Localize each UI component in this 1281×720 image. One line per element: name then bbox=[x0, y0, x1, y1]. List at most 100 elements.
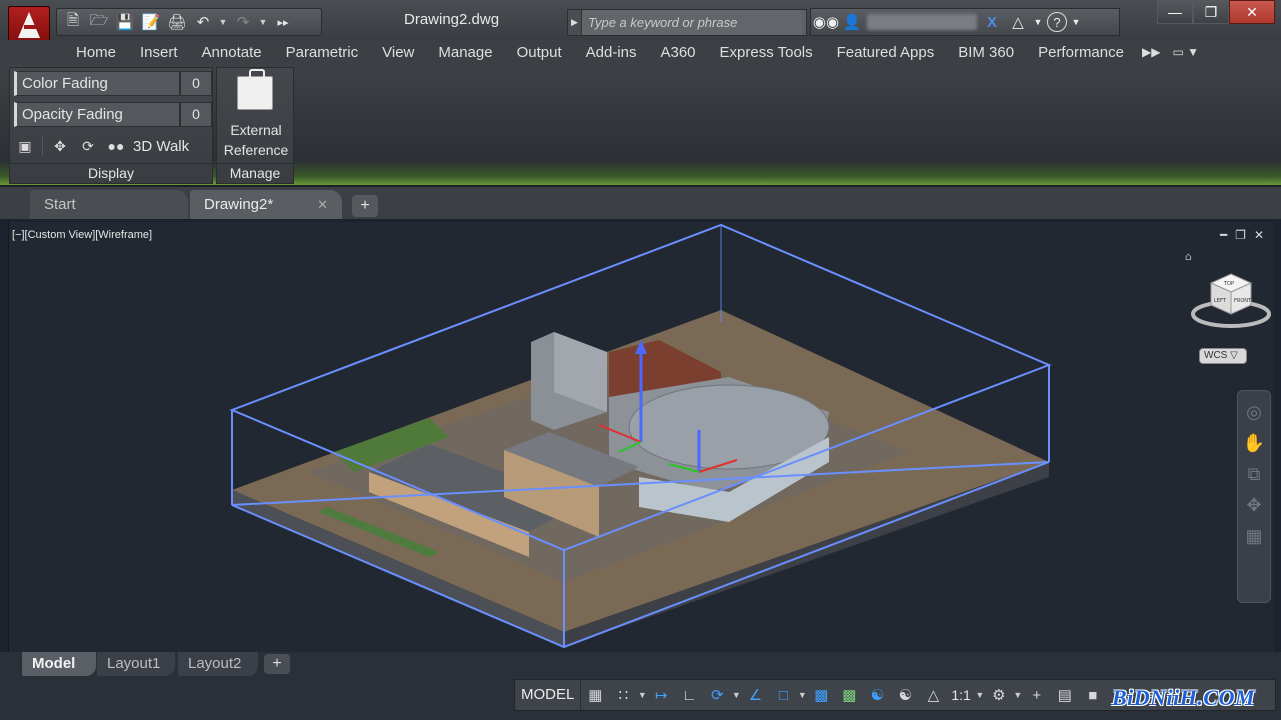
zoom-extents-icon[interactable]: ⧉ bbox=[1242, 463, 1266, 485]
viewcube-top-label: TOP bbox=[1223, 281, 1234, 287]
display-tools-row: ▣ ✥ ⟳ ●● 3D Walk bbox=[14, 134, 189, 158]
tab-bim-360[interactable]: BIM 360 bbox=[946, 44, 1026, 61]
annotation-visibility-icon[interactable]: ☯ bbox=[863, 680, 891, 710]
polar-tracking-icon[interactable]: ⟳ bbox=[703, 680, 731, 710]
tab-insert[interactable]: Insert bbox=[128, 44, 190, 61]
saveas-icon[interactable]: 📝 bbox=[139, 11, 163, 33]
3d-model-scene[interactable] bbox=[9, 222, 1275, 652]
tab-a360[interactable]: A360 bbox=[648, 44, 707, 61]
new-icon[interactable]: 🗎 bbox=[61, 11, 85, 33]
snap-dropdown-icon[interactable]: ▼ bbox=[637, 690, 647, 700]
model-space-toggle[interactable]: MODEL bbox=[515, 680, 582, 710]
opacity-fading-slider[interactable]: Opacity Fading bbox=[14, 102, 180, 127]
user-name-blurred[interactable] bbox=[867, 14, 977, 30]
new-tab-button[interactable]: + bbox=[352, 195, 378, 217]
new-layout-button[interactable]: + bbox=[264, 654, 290, 674]
3d-walk-button[interactable]: 3D Walk bbox=[133, 138, 189, 155]
manage-panel-title[interactable]: Manage bbox=[217, 163, 293, 183]
steering-wheel-nav-icon[interactable]: ◎ bbox=[1242, 401, 1266, 423]
viewcube-front-label: FRONT bbox=[1234, 298, 1252, 304]
tab-layout1[interactable]: Layout1 bbox=[97, 652, 175, 676]
opacity-fading-value[interactable]: 0 bbox=[180, 102, 212, 127]
tab-model[interactable]: Model bbox=[22, 652, 96, 676]
undo-dropdown-icon[interactable]: ▼ bbox=[217, 11, 229, 33]
tab-add-ins[interactable]: Add-ins bbox=[574, 44, 649, 61]
walk-footprints-icon[interactable]: ●● bbox=[105, 136, 127, 156]
wcs-menu[interactable]: WCS ▽ bbox=[1199, 348, 1247, 364]
search-input[interactable] bbox=[582, 10, 802, 35]
tab-annotate[interactable]: Annotate bbox=[190, 44, 274, 61]
scale-dropdown-icon[interactable]: ▼ bbox=[975, 690, 985, 700]
a360-dropdown-icon[interactable]: ▼ bbox=[1033, 11, 1043, 33]
exchange-icon[interactable]: X bbox=[981, 11, 1003, 33]
isodraft-icon[interactable]: ∠ bbox=[741, 680, 769, 710]
drawing-viewport[interactable]: [−][Custom View][Wireframe] ━ ❐ ✕ ⌂ TOP … bbox=[8, 222, 1274, 652]
open-icon[interactable]: 🗁 bbox=[87, 11, 111, 33]
viewcube-toggle-icon[interactable]: ▣ bbox=[14, 136, 36, 156]
infer-constraints-icon[interactable]: ↦ bbox=[647, 680, 675, 710]
tab-home[interactable]: Home bbox=[64, 44, 128, 61]
tab-featured-apps[interactable]: Featured Apps bbox=[825, 44, 947, 61]
home-icon: ⌂ bbox=[1185, 252, 1192, 263]
redo-dropdown-icon[interactable]: ▼ bbox=[257, 11, 269, 33]
viewport-restore-icon[interactable]: ❐ bbox=[1235, 228, 1246, 242]
viewport-close-icon[interactable]: ✕ bbox=[1254, 228, 1264, 242]
a360-icon[interactable]: △ bbox=[1007, 11, 1029, 33]
binoculars-icon[interactable]: ◉◉ bbox=[813, 11, 839, 33]
tab-layout2[interactable]: Layout2 bbox=[178, 652, 258, 676]
viewport-minimize-icon[interactable]: ━ bbox=[1220, 228, 1227, 242]
restore-icon[interactable]: ❐ bbox=[1193, 0, 1229, 24]
undo-icon[interactable]: ↶ bbox=[191, 11, 215, 33]
close-icon[interactable]: ✕ bbox=[1229, 0, 1275, 24]
annotation-scale-value[interactable]: 1:1 bbox=[947, 687, 974, 703]
orbit-icon[interactable]: ✥ bbox=[49, 136, 71, 156]
ortho-icon[interactable]: ∟ bbox=[675, 680, 703, 710]
file-tab-bar: Start Drawing2* ✕ + bbox=[0, 187, 1281, 219]
quick-properties-icon[interactable]: ■ bbox=[1079, 680, 1107, 710]
viewport-controls-label[interactable]: [−][Custom View][Wireframe] bbox=[12, 229, 152, 241]
units-icon[interactable]: ▤ bbox=[1051, 680, 1079, 710]
showmotion-icon[interactable]: ▦ bbox=[1242, 525, 1266, 547]
tab-express-tools[interactable]: Express Tools bbox=[708, 44, 825, 61]
tab-manage[interactable]: Manage bbox=[426, 44, 504, 61]
tab-output[interactable]: Output bbox=[505, 44, 574, 61]
tab-drawing2[interactable]: Drawing2* ✕ bbox=[190, 190, 342, 219]
minimize-icon[interactable]: — bbox=[1157, 0, 1193, 24]
orbit-nav-icon[interactable]: ✥ bbox=[1242, 494, 1266, 516]
more-tabs-icon[interactable]: ▶▶ bbox=[1136, 45, 1160, 59]
snap-icon[interactable]: ∷ bbox=[609, 680, 637, 710]
polar-dropdown-icon[interactable]: ▼ bbox=[731, 690, 741, 700]
selection-cycling-icon[interactable]: ▩ bbox=[835, 680, 863, 710]
transparency-icon[interactable]: ▩ bbox=[807, 680, 835, 710]
help-icon[interactable]: ? bbox=[1047, 12, 1067, 32]
plot-icon[interactable]: 🖨 bbox=[165, 11, 189, 33]
color-fading-slider[interactable]: Color Fading bbox=[14, 71, 180, 96]
infocenter-toolbar: ◉◉ 👤 X △ ▼ ? ▼ bbox=[810, 8, 1120, 36]
pan-hand-icon[interactable]: ✋ bbox=[1242, 432, 1266, 454]
save-icon[interactable]: 💾 bbox=[113, 11, 137, 33]
external-reference-icon[interactable] bbox=[237, 69, 273, 110]
display-panel-title[interactable]: Display bbox=[10, 163, 212, 183]
osnap-dropdown-icon[interactable]: ▼ bbox=[797, 690, 807, 700]
grid-icon[interactable]: ▦ bbox=[581, 680, 609, 710]
tab-parametric[interactable]: Parametric bbox=[274, 44, 371, 61]
redo-icon[interactable]: ↷ bbox=[231, 11, 255, 33]
help-dropdown-icon[interactable]: ▼ bbox=[1071, 11, 1081, 33]
tab-performance[interactable]: Performance bbox=[1026, 44, 1136, 61]
object-snap-icon[interactable]: □ bbox=[769, 680, 797, 710]
tab-start[interactable]: Start bbox=[30, 190, 188, 219]
close-tab-icon[interactable]: ✕ bbox=[317, 190, 328, 219]
workspace-gear-icon[interactable]: ⚙ bbox=[985, 680, 1013, 710]
color-fading-value[interactable]: 0 bbox=[180, 71, 212, 96]
ribbon-minimize-icon[interactable]: ▭ ▼ bbox=[1160, 45, 1199, 59]
workspace-dropdown-icon[interactable]: ▼ bbox=[1013, 690, 1023, 700]
more-icon[interactable]: ▸▸ bbox=[271, 11, 295, 33]
annotation-scale-icon[interactable]: △ bbox=[919, 680, 947, 710]
search-expand-icon[interactable]: ▶ bbox=[568, 10, 582, 35]
user-icon[interactable]: 👤 bbox=[841, 11, 863, 33]
auto-scale-icon[interactable]: ☯ bbox=[891, 680, 919, 710]
annotation-monitor-icon[interactable]: + bbox=[1023, 680, 1051, 710]
external-reference-button[interactable]: External Reference bbox=[217, 120, 295, 160]
tab-view[interactable]: View bbox=[370, 44, 426, 61]
steering-wheel-icon[interactable]: ⟳ bbox=[77, 136, 99, 156]
